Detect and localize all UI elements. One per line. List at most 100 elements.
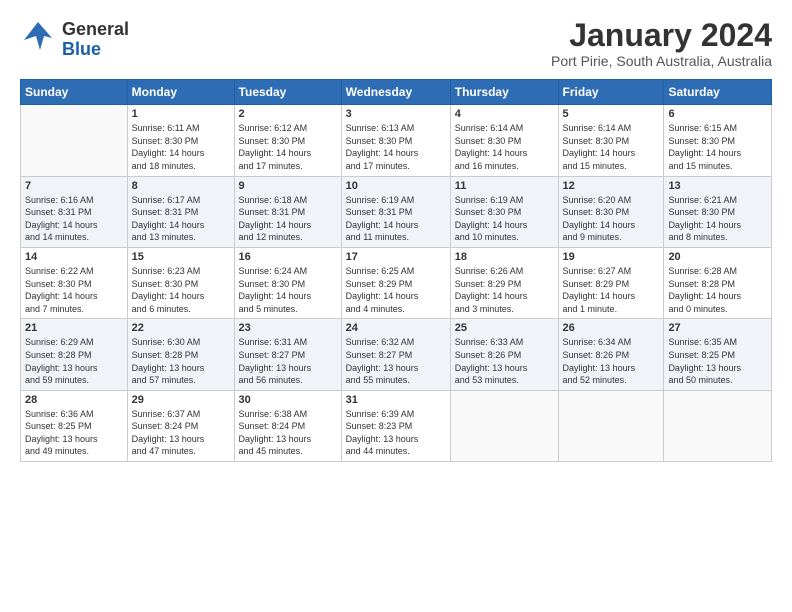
day-number: 31 [346,394,446,406]
day-info: Sunrise: 6:33 AM Sunset: 8:26 PM Dayligh… [455,336,554,386]
day-number: 26 [563,322,660,334]
calendar-header-row: Sunday Monday Tuesday Wednesday Thursday… [21,80,772,105]
day-number: 2 [239,108,337,120]
day-info: Sunrise: 6:29 AM Sunset: 8:28 PM Dayligh… [25,336,123,386]
table-row: 15 Sunrise: 6:23 AM Sunset: 8:30 PM Dayli… [127,247,234,318]
table-row: 1 Sunrise: 6:11 AM Sunset: 8:30 PM Daylig… [127,105,234,176]
day-info: Sunrise: 6:27 AM Sunset: 8:29 PM Dayligh… [563,265,660,315]
day-number: 25 [455,322,554,334]
table-row [21,105,128,176]
table-row: 12 Sunrise: 6:20 AM Sunset: 8:30 PM Dayli… [558,176,664,247]
header-monday: Monday [127,80,234,105]
day-info: Sunrise: 6:28 AM Sunset: 8:28 PM Dayligh… [668,265,767,315]
table-row: 20 Sunrise: 6:28 AM Sunset: 8:28 PM Dayli… [664,247,772,318]
day-info: Sunrise: 6:17 AM Sunset: 8:31 PM Dayligh… [132,194,230,244]
day-info: Sunrise: 6:35 AM Sunset: 8:25 PM Dayligh… [668,336,767,386]
day-info: Sunrise: 6:25 AM Sunset: 8:29 PM Dayligh… [346,265,446,315]
table-row: 13 Sunrise: 6:21 AM Sunset: 8:30 PM Dayli… [664,176,772,247]
table-row [558,390,664,461]
day-number: 6 [668,108,767,120]
day-info: Sunrise: 6:18 AM Sunset: 8:31 PM Dayligh… [239,194,337,244]
day-info: Sunrise: 6:23 AM Sunset: 8:30 PM Dayligh… [132,265,230,315]
day-info: Sunrise: 6:38 AM Sunset: 8:24 PM Dayligh… [239,408,337,458]
day-info: Sunrise: 6:34 AM Sunset: 8:26 PM Dayligh… [563,336,660,386]
header-thursday: Thursday [450,80,558,105]
day-number: 9 [239,180,337,192]
calendar-table: Sunday Monday Tuesday Wednesday Thursday… [20,79,772,462]
day-info: Sunrise: 6:26 AM Sunset: 8:29 PM Dayligh… [455,265,554,315]
table-row: 26 Sunrise: 6:34 AM Sunset: 8:26 PM Dayli… [558,319,664,390]
table-row: 25 Sunrise: 6:33 AM Sunset: 8:26 PM Dayli… [450,319,558,390]
logo-blue-text: Blue [62,40,129,60]
table-row: 7 Sunrise: 6:16 AM Sunset: 8:31 PM Daylig… [21,176,128,247]
day-info: Sunrise: 6:32 AM Sunset: 8:27 PM Dayligh… [346,336,446,386]
day-number: 23 [239,322,337,334]
table-row: 8Sunrise: 6:17 AM Sunset: 8:31 PM Daylig… [127,176,234,247]
table-row: 5 Sunrise: 6:14 AM Sunset: 8:30 PM Daylig… [558,105,664,176]
day-info: Sunrise: 6:21 AM Sunset: 8:30 PM Dayligh… [668,194,767,244]
table-row: 4 Sunrise: 6:14 AM Sunset: 8:30 PM Daylig… [450,105,558,176]
title-section: January 2024 Port Pirie, South Australia… [551,18,772,69]
day-number: 12 [563,180,660,192]
table-row: 17 Sunrise: 6:25 AM Sunset: 8:29 PM Dayli… [341,247,450,318]
header-saturday: Saturday [664,80,772,105]
header-tuesday: Tuesday [234,80,341,105]
day-info: Sunrise: 6:30 AM Sunset: 8:28 PM Dayligh… [132,336,230,386]
day-info: Sunrise: 6:13 AM Sunset: 8:30 PM Dayligh… [346,122,446,172]
day-number: 14 [25,251,123,263]
day-number: 17 [346,251,446,263]
table-row: 21 Sunrise: 6:29 AM Sunset: 8:28 PM Dayli… [21,319,128,390]
table-row: 24 Sunrise: 6:32 AM Sunset: 8:27 PM Dayli… [341,319,450,390]
day-number: 20 [668,251,767,263]
table-row: 31 Sunrise: 6:39 AM Sunset: 8:23 PM Dayli… [341,390,450,461]
table-row: 19Sunrise: 6:27 AM Sunset: 8:29 PM Dayli… [558,247,664,318]
day-info: Sunrise: 6:19 AM Sunset: 8:31 PM Dayligh… [346,194,446,244]
table-row: 23 Sunrise: 6:31 AM Sunset: 8:27 PM Dayli… [234,319,341,390]
day-number: 28 [25,394,123,406]
day-number: 11 [455,180,554,192]
table-row: 2 Sunrise: 6:12 AM Sunset: 8:30 PM Daylig… [234,105,341,176]
table-row: 28 Sunrise: 6:36 AM Sunset: 8:25 PM Dayli… [21,390,128,461]
header-wednesday: Wednesday [341,80,450,105]
day-info: Sunrise: 6:31 AM Sunset: 8:27 PM Dayligh… [239,336,337,386]
day-number: 4 [455,108,554,120]
day-number: 5 [563,108,660,120]
table-row: 30 Sunrise: 6:38 AM Sunset: 8:24 PM Dayli… [234,390,341,461]
day-info: Sunrise: 6:11 AM Sunset: 8:30 PM Dayligh… [132,122,230,172]
day-number: 1 [132,108,230,120]
month-title: January 2024 [551,18,772,53]
day-info: Sunrise: 6:12 AM Sunset: 8:30 PM Dayligh… [239,122,337,172]
day-number: 7 [25,180,123,192]
table-row: 29Sunrise: 6:37 AM Sunset: 8:24 PM Dayli… [127,390,234,461]
table-row [450,390,558,461]
day-info: Sunrise: 6:14 AM Sunset: 8:30 PM Dayligh… [563,122,660,172]
day-number: 16 [239,251,337,263]
table-row: 16 Sunrise: 6:24 AM Sunset: 8:30 PM Dayli… [234,247,341,318]
logo-icon [20,18,56,61]
table-row: 6Sunrise: 6:15 AM Sunset: 8:30 PM Daylig… [664,105,772,176]
header-friday: Friday [558,80,664,105]
day-info: Sunrise: 6:39 AM Sunset: 8:23 PM Dayligh… [346,408,446,458]
table-row: 18 Sunrise: 6:26 AM Sunset: 8:29 PM Dayli… [450,247,558,318]
day-number: 22 [132,322,230,334]
day-info: Sunrise: 6:20 AM Sunset: 8:30 PM Dayligh… [563,194,660,244]
day-info: Sunrise: 6:36 AM Sunset: 8:25 PM Dayligh… [25,408,123,458]
page: General Blue January 2024 Port Pirie, So… [0,0,792,472]
table-row [664,390,772,461]
table-row: 27Sunrise: 6:35 AM Sunset: 8:25 PM Dayli… [664,319,772,390]
logo-words: General Blue [62,20,129,60]
day-info: Sunrise: 6:24 AM Sunset: 8:30 PM Dayligh… [239,265,337,315]
table-row: 11 Sunrise: 6:19 AM Sunset: 8:30 PM Dayli… [450,176,558,247]
day-info: Sunrise: 6:16 AM Sunset: 8:31 PM Dayligh… [25,194,123,244]
table-row: 22 Sunrise: 6:30 AM Sunset: 8:28 PM Dayli… [127,319,234,390]
day-number: 30 [239,394,337,406]
day-number: 15 [132,251,230,263]
day-info: Sunrise: 6:14 AM Sunset: 8:30 PM Dayligh… [455,122,554,172]
table-row: 9 Sunrise: 6:18 AM Sunset: 8:31 PM Daylig… [234,176,341,247]
day-number: 21 [25,322,123,334]
table-row: 14Sunrise: 6:22 AM Sunset: 8:30 PM Dayli… [21,247,128,318]
day-number: 24 [346,322,446,334]
day-info: Sunrise: 6:19 AM Sunset: 8:30 PM Dayligh… [455,194,554,244]
day-number: 18 [455,251,554,263]
day-number: 13 [668,180,767,192]
